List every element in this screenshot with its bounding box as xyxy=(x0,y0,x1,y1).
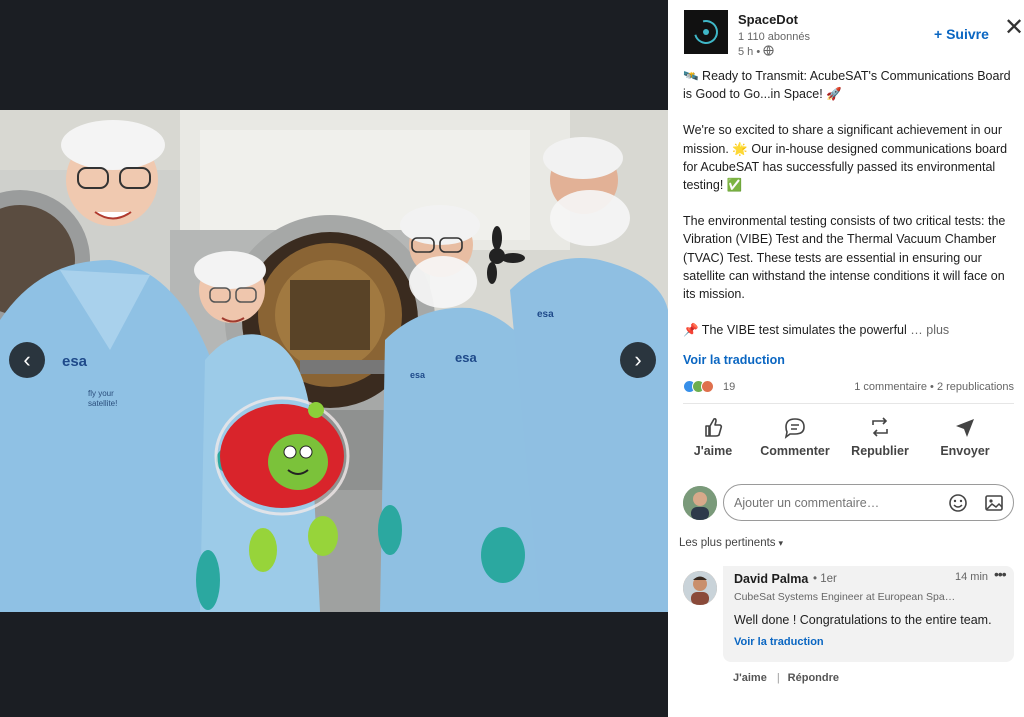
close-icon[interactable]: ✕ xyxy=(1004,16,1024,40)
post-time-text: 5 h • xyxy=(738,46,761,58)
thumbs-up-icon xyxy=(705,417,723,437)
post-time: 5 h • xyxy=(738,45,774,58)
planet-dot-icon xyxy=(703,29,709,35)
media-viewer: esa fly your satellite! esa esa esa ‹ › xyxy=(0,0,668,717)
post-paragraph-3: The environmental testing consists of tw… xyxy=(683,214,1006,302)
company-logo[interactable] xyxy=(684,10,728,54)
post-header: SpaceDot 1 110 abonnés 5 h • + Suivre ✕ xyxy=(684,10,1024,58)
send-button[interactable]: Envoyer xyxy=(925,412,1005,462)
author-name[interactable]: SpaceDot xyxy=(738,12,798,27)
connection-degree: • 1er xyxy=(813,573,837,585)
sort-label: Les plus pertinents xyxy=(679,537,776,549)
previous-image-button[interactable]: ‹ xyxy=(9,342,45,378)
comment-actions: J'aime | Répondre xyxy=(733,672,841,684)
divider xyxy=(683,403,1014,404)
send-label: Envoyer xyxy=(940,444,990,458)
like-label: J'aime xyxy=(693,444,733,458)
next-image-button[interactable]: › xyxy=(620,342,656,378)
image-icon[interactable] xyxy=(984,493,1004,513)
post-panel: SpaceDot 1 110 abonnés 5 h • + Suivre ✕ … xyxy=(668,0,1024,717)
post-paragraph-1: 🛰️ Ready to Transmit: AcubeSAT's Communi… xyxy=(683,69,1011,102)
user-photo xyxy=(683,486,717,520)
see-more-link[interactable]: … plus xyxy=(910,323,949,337)
comment-composer xyxy=(683,484,1014,522)
comment-bubble: David Palma • 1er 14 min ••• CubeSat Sys… xyxy=(723,566,1014,662)
chevron-left-icon: ‹ xyxy=(23,347,31,372)
repost-icon xyxy=(872,417,888,437)
social-actions: J'aime Commenter Republier Envoyer xyxy=(683,412,1014,464)
caret-down-icon: ▾ xyxy=(778,538,784,548)
post-paragraph-2: We're so excited to share a significant … xyxy=(683,123,1008,193)
comments-reposts-count[interactable]: 1 commentaire • 2 republications xyxy=(854,381,1014,393)
send-icon xyxy=(956,419,974,437)
reaction-icons[interactable] xyxy=(683,380,719,394)
post-text: 🛰️ Ready to Transmit: AcubeSAT's Communi… xyxy=(683,67,1013,339)
fly-your-satellite-line2: satellite! xyxy=(88,399,117,408)
like-button[interactable]: J'aime xyxy=(673,412,753,462)
comment-like-button[interactable]: J'aime xyxy=(733,672,767,684)
esa-logo-3: esa xyxy=(455,350,477,365)
comment-reply-button[interactable]: Répondre xyxy=(788,672,839,684)
comment-translation-link[interactable]: Voir la traduction xyxy=(734,636,824,648)
reactions-bar: 19 1 commentaire • 2 republications xyxy=(683,380,1014,396)
comment-button[interactable]: Commenter xyxy=(755,412,835,462)
post-truncated-line: 📌 The VIBE test simulates the powerful …… xyxy=(683,321,1013,339)
emoji-icon[interactable] xyxy=(948,493,968,513)
love-reaction-icon xyxy=(701,380,714,393)
see-translation-link[interactable]: Voir la traduction xyxy=(683,353,785,367)
post-last-line: 📌 The VIBE test simulates the powerful xyxy=(683,323,907,338)
user-avatar[interactable] xyxy=(683,486,717,520)
esa-logo-1: esa xyxy=(62,353,88,370)
commenter-photo xyxy=(683,571,717,605)
fly-your-satellite-line1: fly your xyxy=(88,389,114,398)
sort-comments-dropdown[interactable]: Les plus pertinents ▾ xyxy=(679,537,783,549)
repost-label: Republier xyxy=(851,444,909,458)
commenter-avatar[interactable] xyxy=(683,571,717,605)
comment-input[interactable] xyxy=(723,484,1014,521)
reaction-count[interactable]: 19 xyxy=(723,381,735,393)
lab-team-photo: esa fly your satellite! esa esa esa xyxy=(0,110,668,612)
commenter-name[interactable]: David Palma xyxy=(734,572,808,586)
comment-time: 14 min xyxy=(955,571,989,583)
comment-icon xyxy=(784,418,805,439)
comment-text: Well done ! Congratulations to the entir… xyxy=(734,613,992,627)
comment-label: Commenter xyxy=(760,444,830,458)
globe-icon xyxy=(763,45,774,56)
commenter-headline: CubeSat Systems Engineer at European Spa… xyxy=(734,591,956,603)
esa-logo-2: esa xyxy=(410,370,426,380)
esa-logo-4: esa xyxy=(537,309,554,320)
comment-action-separator: | xyxy=(776,672,780,684)
follower-count: 1 110 abonnés xyxy=(738,31,810,43)
comment-item: David Palma • 1er 14 min ••• CubeSat Sys… xyxy=(683,566,1014,696)
more-options-icon[interactable]: ••• xyxy=(994,566,1007,582)
post-photo: esa fly your satellite! esa esa esa xyxy=(0,110,668,612)
repost-button[interactable]: Republier xyxy=(840,412,920,462)
follow-button[interactable]: + Suivre xyxy=(934,26,989,42)
chevron-right-icon: › xyxy=(634,347,642,372)
